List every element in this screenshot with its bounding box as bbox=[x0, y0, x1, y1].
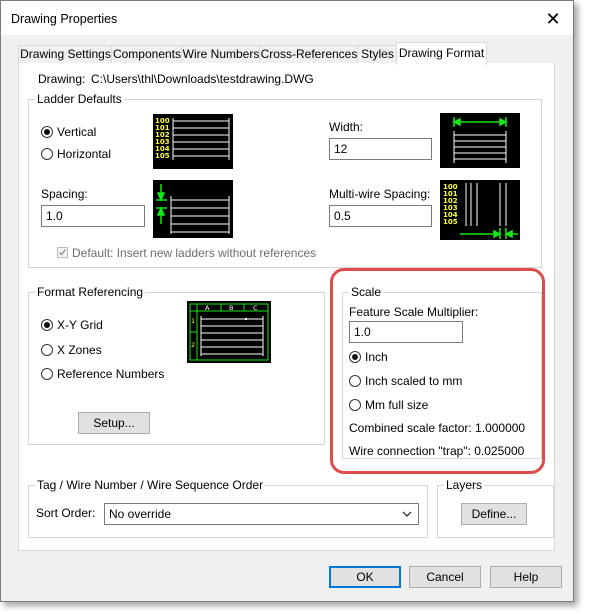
xy-grid-preview: A B C 1 2 bbox=[187, 301, 271, 363]
multiwire-field[interactable]: 0.5 bbox=[329, 205, 432, 227]
layers-group: Layers Define... bbox=[437, 478, 554, 538]
grid-col-label: B bbox=[229, 304, 233, 312]
sort-order-label: Sort Order: bbox=[36, 506, 96, 520]
close-icon[interactable]: ✕ bbox=[541, 7, 565, 31]
width-field[interactable]: 12 bbox=[329, 138, 432, 160]
sort-order-select[interactable]: No override bbox=[104, 503, 419, 525]
vertical-radio[interactable] bbox=[41, 126, 53, 138]
reference-numbers-radio[interactable] bbox=[41, 368, 53, 380]
setup-button[interactable]: Setup... bbox=[78, 412, 150, 434]
ladder-number: 105 bbox=[155, 152, 170, 160]
default-checkbox-label: Default: Insert new ladders without refe… bbox=[72, 246, 317, 260]
title-bar: Drawing Properties ✕ bbox=[1, 1, 573, 35]
ladder-defaults-group: Ladder Defaults Vertical Horizontal 100 … bbox=[28, 92, 542, 268]
width-preview bbox=[440, 113, 520, 168]
ladder-defaults-title: Ladder Defaults bbox=[35, 92, 124, 106]
define-button[interactable]: Define... bbox=[461, 503, 527, 525]
multiwire-preview: 100 101 102 103 104 105 bbox=[440, 180, 520, 240]
tag-order-title: Tag / Wire Number / Wire Sequence Order bbox=[35, 478, 266, 492]
tab-wire-numbers[interactable]: Wire Numbers bbox=[181, 45, 261, 64]
tab-drawing-format[interactable]: Drawing Format bbox=[396, 42, 487, 65]
reference-numbers-label: Reference Numbers bbox=[57, 367, 165, 381]
chevron-down-icon bbox=[402, 511, 412, 517]
grid-col-label: A bbox=[205, 304, 210, 312]
xy-grid-radio[interactable] bbox=[41, 319, 53, 331]
horizontal-label: Horizontal bbox=[57, 147, 112, 161]
tab-components[interactable]: Components bbox=[111, 45, 183, 64]
x-zones-label: X Zones bbox=[57, 343, 102, 357]
sort-order-value: No override bbox=[109, 507, 172, 521]
multiwire-label: Multi-wire Spacing: bbox=[329, 187, 431, 201]
dialog-title: Drawing Properties bbox=[11, 12, 118, 26]
vertical-ladder-preview: 100 101 102 103 104 105 bbox=[153, 114, 233, 169]
cancel-button[interactable]: Cancel bbox=[409, 566, 481, 588]
tab-styles[interactable]: Styles bbox=[357, 45, 398, 64]
drawing-label: Drawing: bbox=[38, 72, 86, 86]
ladder-number: 105 bbox=[443, 218, 458, 226]
ok-button[interactable]: OK bbox=[329, 566, 401, 588]
tab-drawing-settings[interactable]: Drawing Settings bbox=[18, 45, 113, 64]
width-label: Width: bbox=[329, 120, 364, 134]
format-referencing-title: Format Referencing bbox=[35, 285, 146, 299]
drawing-properties-dialog: Drawing Properties ✕ Drawing Settings Co… bbox=[0, 0, 574, 602]
default-checkbox[interactable] bbox=[57, 247, 68, 258]
help-button[interactable]: Help bbox=[490, 566, 562, 588]
grid-col-label: C bbox=[253, 304, 258, 312]
x-zones-radio[interactable] bbox=[41, 344, 53, 356]
grid-row-label: 2 bbox=[191, 341, 195, 349]
grid-row-label: 1 bbox=[191, 317, 195, 325]
spacing-label: Spacing: bbox=[41, 187, 88, 201]
spacing-preview bbox=[153, 180, 233, 238]
layers-title: Layers bbox=[444, 478, 485, 492]
tag-order-group: Tag / Wire Number / Wire Sequence Order … bbox=[28, 478, 428, 538]
horizontal-radio[interactable] bbox=[41, 148, 53, 160]
format-referencing-group: Format Referencing X-Y Grid X Zones Refe… bbox=[28, 285, 325, 445]
scale-highlight-callout bbox=[330, 268, 545, 474]
spacing-field[interactable]: 1.0 bbox=[41, 205, 145, 227]
vertical-label: Vertical bbox=[57, 125, 97, 139]
tab-cross-references[interactable]: Cross-References bbox=[259, 45, 359, 64]
tab-panel: Drawing: C:\Users\thl\Downloads\testdraw… bbox=[18, 63, 555, 551]
drawing-path: C:\Users\thl\Downloads\testdrawing.DWG bbox=[91, 72, 314, 86]
xy-grid-label: X-Y Grid bbox=[57, 318, 103, 332]
